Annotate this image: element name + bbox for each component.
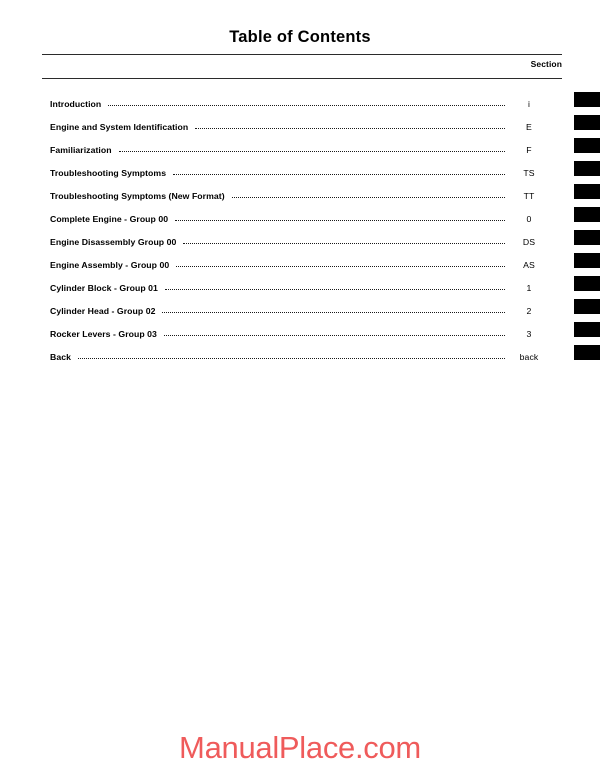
toc-entry[interactable]: Troubleshooting Symptoms TS <box>50 161 550 184</box>
toc-entry-label: Cylinder Head - Group 02 <box>50 305 156 316</box>
toc-entry-label: Troubleshooting Symptoms (New Format) <box>50 190 225 201</box>
toc-entry-section: 0 <box>526 213 532 224</box>
toc-entry-label: Engine Disassembly Group 00 <box>50 236 177 247</box>
dot-leader <box>183 237 505 246</box>
dot-leader <box>77 352 505 361</box>
toc-entry-label: Back <box>50 351 71 362</box>
page-title: Table of Contents <box>229 28 371 46</box>
thumb-tab-mark <box>574 276 600 291</box>
toc-entry-section: F <box>526 144 532 155</box>
toc-entry-section: AS <box>523 259 535 270</box>
toc-entry-section: DS <box>522 236 536 247</box>
thumb-tab-mark <box>574 184 600 199</box>
thumb-tab-mark <box>574 253 600 268</box>
dot-leader <box>175 214 505 223</box>
toc-entry-label: Troubleshooting Symptoms <box>50 167 167 178</box>
table-of-contents-list: Introduction i Engine and System Identific… <box>50 92 550 368</box>
dot-leader <box>231 191 505 200</box>
thumb-tab-mark <box>574 345 600 360</box>
toc-entry-label: Rocker Levers - Group 03 <box>50 328 157 339</box>
thumb-tab-mark <box>574 207 600 222</box>
toc-entry[interactable]: Cylinder Block - Group 01 1 <box>50 276 550 299</box>
watermark: ManualPlace.com <box>179 730 421 765</box>
section-column-header: Section <box>530 59 562 69</box>
thumb-tab-mark <box>574 299 600 314</box>
thumb-tab-mark <box>574 322 600 337</box>
toc-entry-section: TT <box>523 190 535 201</box>
header-rule-top <box>42 54 562 55</box>
toc-entry-label: Complete Engine - Group 00 <box>50 213 169 224</box>
toc-entry[interactable]: Introduction i <box>50 92 550 115</box>
document-page: Table of Contents Section Introduction i E… <box>0 0 600 776</box>
dot-leader <box>162 306 505 315</box>
dot-leader <box>176 260 505 269</box>
toc-entry-label: Familiarization <box>50 144 112 155</box>
toc-entry-label: Engine and System Identification <box>50 121 189 132</box>
thumb-tab-mark <box>574 230 600 245</box>
toc-entry-section: back <box>519 351 539 362</box>
toc-entry[interactable]: Complete Engine - Group 00 0 <box>50 207 550 230</box>
toc-entry[interactable]: Engine Assembly - Group 00 AS <box>50 253 550 276</box>
thumb-tab-mark <box>574 115 600 130</box>
thumb-tab-mark <box>574 161 600 176</box>
toc-entry-section: 3 <box>526 328 532 339</box>
thumb-tab-mark <box>574 92 600 107</box>
toc-entry[interactable]: Back back <box>50 345 550 368</box>
toc-entry[interactable]: Rocker Levers - Group 03 3 <box>50 322 550 345</box>
dot-leader <box>173 168 505 177</box>
toc-entry[interactable]: Troubleshooting Symptoms (New Format) TT <box>50 184 550 207</box>
dot-leader <box>108 99 505 108</box>
dot-leader <box>195 122 505 131</box>
toc-entry-section: 1 <box>526 282 532 293</box>
toc-entry-label: Introduction <box>50 98 102 109</box>
dot-leader <box>163 329 505 338</box>
toc-entry-section: E <box>526 121 532 132</box>
thumb-tab-markers <box>574 92 600 368</box>
toc-entry[interactable]: Familiarization F <box>50 138 550 161</box>
toc-entry-section: 2 <box>526 305 532 316</box>
toc-entry-label: Cylinder Block - Group 01 <box>50 282 158 293</box>
toc-entry[interactable]: Engine and System Identification E <box>50 115 550 138</box>
thumb-tab-mark <box>574 138 600 153</box>
toc-entry-section: TS <box>523 167 535 178</box>
header-rule-bottom <box>42 78 562 79</box>
toc-entry[interactable]: Engine Disassembly Group 00 DS <box>50 230 550 253</box>
toc-entry-label: Engine Assembly - Group 00 <box>50 259 170 270</box>
toc-entry[interactable]: Cylinder Head - Group 02 2 <box>50 299 550 322</box>
dot-leader <box>118 145 505 154</box>
toc-entry-section: i <box>527 98 531 109</box>
dot-leader <box>164 283 505 292</box>
